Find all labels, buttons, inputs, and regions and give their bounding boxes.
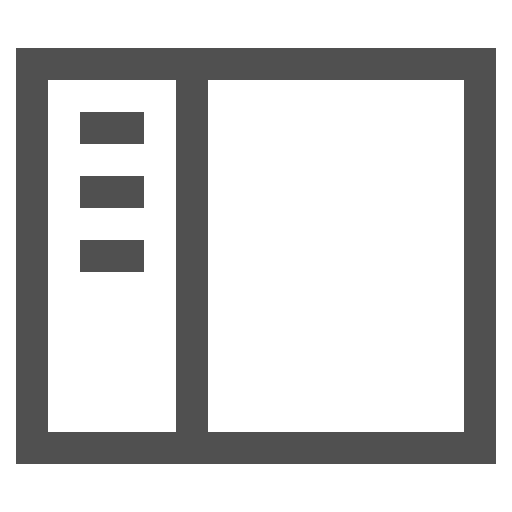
sidebar-line-2 — [80, 176, 144, 208]
sidebar-layout-icon — [0, 0, 512, 512]
sidebar-line-1 — [80, 112, 144, 144]
sidebar-line-3 — [80, 240, 144, 272]
sidebar-layout-svg — [16, 48, 496, 464]
